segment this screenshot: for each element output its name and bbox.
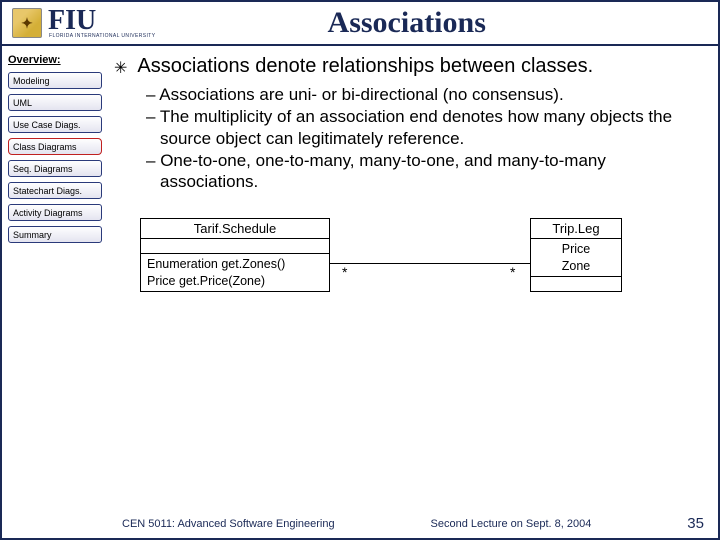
class-attributes: Price Zone	[531, 239, 621, 277]
page-number: 35	[687, 515, 704, 532]
sub-bullet-text: One-to-one, one-to-many, many-to-one, an…	[160, 151, 606, 191]
multiplicity-left: *	[342, 264, 347, 280]
multiplicity-right: *	[510, 264, 515, 280]
footer: CEN 5011: Advanced Software Engineering …	[2, 515, 718, 532]
sidebar-item-modeling[interactable]: Modeling	[8, 72, 102, 89]
sub-bullet-text: The multiplicity of an association end d…	[160, 107, 672, 147]
sidebar-item-use-case[interactable]: Use Case Diags.	[8, 116, 102, 133]
sub-bullet: – The multiplicity of an association end…	[146, 106, 698, 149]
sidebar-item-statechart[interactable]: Statechart Diags.	[8, 182, 102, 199]
sidebar-item-summary[interactable]: Summary	[8, 226, 102, 243]
association-line	[330, 263, 530, 264]
sidebar-heading: Overview:	[8, 54, 104, 66]
slide: ✦ FIU FLORIDA INTERNATIONAL UNIVERSITY A…	[0, 0, 720, 540]
org-full-name: FLORIDA INTERNATIONAL UNIVERSITY	[49, 33, 155, 39]
sidebar-item-seq-diagrams[interactable]: Seq. Diagrams	[8, 160, 102, 177]
sidebar: Overview: Modeling UML Use Case Diags. C…	[2, 46, 110, 506]
class-methods: Enumeration get.Zones() Price get.Price(…	[141, 254, 329, 291]
sidebar-item-class-diagrams[interactable]: Class Diagrams	[8, 138, 102, 155]
method-line: Price get.Price(Zone)	[147, 273, 323, 289]
uml-class-tarifschedule: Tarif.Schedule Enumeration get.Zones() P…	[140, 218, 330, 292]
main-bullet: ✳ Associations denote relationships betw…	[110, 54, 698, 78]
footer-course: CEN 5011: Advanced Software Engineering	[122, 518, 335, 530]
footer-lecture-date: Second Lecture on Sept. 8, 2004	[431, 518, 592, 530]
class-name: Trip.Leg	[531, 219, 621, 239]
content-area: ✳ Associations denote relationships betw…	[110, 46, 718, 506]
org-abbrev: FIU	[48, 7, 155, 35]
main-bullet-text: Associations denote relationships betwee…	[137, 54, 593, 78]
sidebar-item-activity[interactable]: Activity Diagrams	[8, 204, 102, 221]
sidebar-item-uml[interactable]: UML	[8, 94, 102, 111]
sub-bullet-text: Associations are uni- or bi-directional …	[159, 85, 563, 104]
body: Overview: Modeling UML Use Case Diags. C…	[2, 46, 718, 506]
method-line: Enumeration get.Zones()	[147, 256, 323, 272]
attr-line: Price	[537, 241, 615, 257]
uml-association-diagram: Tarif.Schedule Enumeration get.Zones() P…	[110, 218, 698, 328]
org-logo-text: FIU FLORIDA INTERNATIONAL UNIVERSITY	[42, 7, 155, 39]
snowflake-bullet-icon: ✳	[114, 58, 127, 78]
sub-bullet-list: – Associations are uni- or bi-directiona…	[146, 84, 698, 192]
class-attributes-empty	[141, 239, 329, 254]
slide-title: Associations	[155, 6, 718, 40]
header-bar: ✦ FIU FLORIDA INTERNATIONAL UNIVERSITY A…	[2, 2, 718, 46]
class-name: Tarif.Schedule	[141, 219, 329, 239]
class-methods-empty	[531, 277, 621, 291]
sub-bullet: – Associations are uni- or bi-directiona…	[146, 84, 698, 105]
attr-line: Zone	[537, 258, 615, 274]
uml-class-tripleg: Trip.Leg Price Zone	[530, 218, 622, 292]
sub-bullet: – One-to-one, one-to-many, many-to-one, …	[146, 150, 698, 193]
university-seal-icon: ✦	[12, 8, 42, 38]
